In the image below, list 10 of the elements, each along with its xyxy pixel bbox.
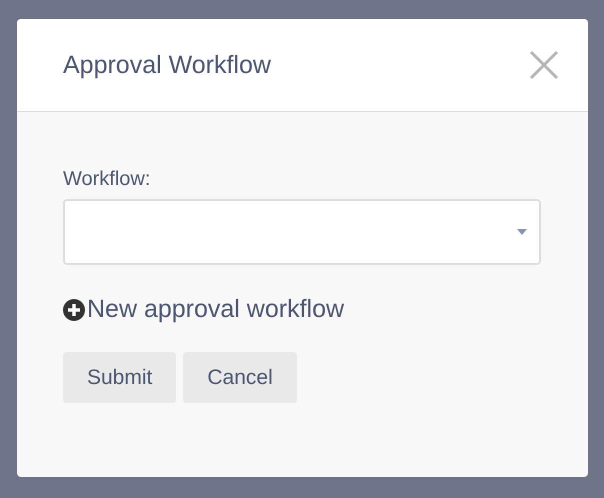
dialog-button[interactable]: Submit	[63, 352, 176, 403]
close-button[interactable]	[528, 49, 560, 81]
new-workflow-link[interactable]: New approval workflow	[63, 295, 542, 324]
plus-circle-icon	[63, 298, 85, 320]
dialog-button[interactable]: Cancel	[183, 352, 297, 403]
workflow-select[interactable]	[63, 199, 541, 265]
caret-icon	[517, 229, 527, 235]
field-label: Workflow:	[63, 168, 152, 191]
close-icon	[528, 49, 560, 81]
dialog-title: Approval Workflow	[63, 50, 271, 80]
